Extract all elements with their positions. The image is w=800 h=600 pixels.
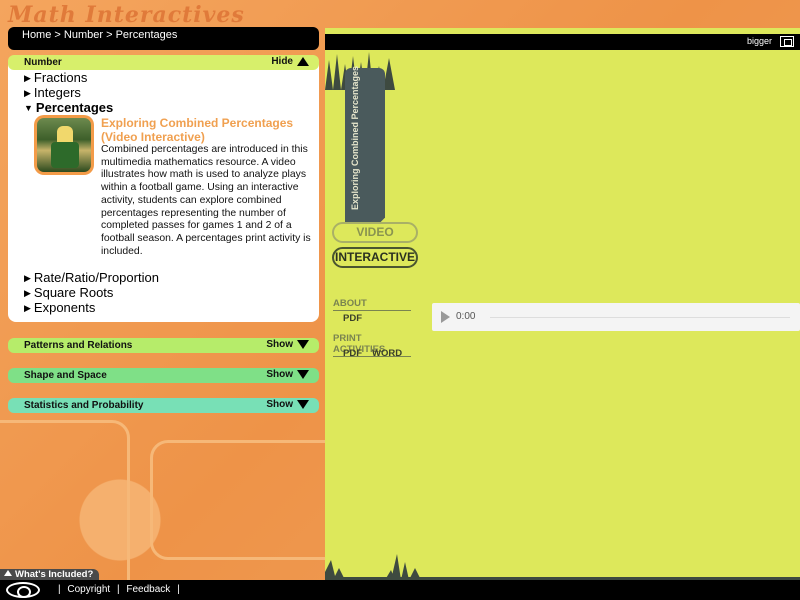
expand-arrow-icon: ▶ bbox=[24, 88, 31, 98]
footer-separator: | bbox=[177, 584, 180, 595]
footer-links: | Copyright | Feedback | bbox=[58, 584, 184, 595]
video-button[interactable]: VIDEO bbox=[332, 222, 418, 243]
section-title: Statistics and Probability bbox=[24, 400, 144, 411]
audio-player: 0:00 bbox=[432, 303, 800, 331]
content-toolbar: bigger bbox=[325, 34, 800, 50]
topic-label: Exponents bbox=[33, 300, 96, 315]
triangle-down-icon bbox=[297, 369, 309, 379]
section-title: Shape and Space bbox=[24, 370, 107, 381]
hide-toggle[interactable]: Hide bbox=[271, 56, 309, 67]
footer-separator: | bbox=[58, 584, 61, 595]
expand-arrow-icon: ▶ bbox=[24, 288, 31, 298]
triangle-down-icon bbox=[297, 399, 309, 409]
footer-separator: | bbox=[116, 584, 120, 595]
print-pdf-link[interactable]: PDF bbox=[343, 348, 362, 359]
topic-exponents[interactable]: ▶ Exponents bbox=[24, 300, 95, 315]
breadcrumb: Home > Number > Percentages bbox=[8, 27, 319, 50]
expand-arrow-icon: ▶ bbox=[24, 273, 31, 283]
about-pdf-link[interactable]: PDF bbox=[343, 313, 362, 324]
brand-logo-icon[interactable] bbox=[6, 582, 40, 598]
section-title: Number bbox=[24, 57, 62, 68]
decorative-line bbox=[150, 440, 350, 560]
audio-seek-bar[interactable] bbox=[490, 317, 790, 318]
topic-square-roots[interactable]: ▶ Square Roots bbox=[24, 285, 113, 300]
interactive-button[interactable]: INTERACTIVE bbox=[332, 247, 418, 268]
topic-rate-ratio-proportion[interactable]: ▶ Rate/Ratio/Proportion bbox=[24, 270, 159, 285]
section-patterns-header[interactable]: Patterns and Relations Show bbox=[8, 338, 319, 353]
triangle-up-icon bbox=[4, 570, 12, 576]
topic-integers[interactable]: ▶ Integers bbox=[24, 85, 81, 100]
number-panel: ▶ Fractions ▶ Integers ▼ Percentages Explor… bbox=[8, 55, 319, 322]
breadcrumb-home[interactable]: Home bbox=[22, 29, 51, 41]
expand-icon[interactable] bbox=[780, 36, 794, 47]
audio-time: 0:00 bbox=[456, 311, 476, 322]
topic-label: Fractions bbox=[33, 70, 88, 85]
feedback-link[interactable]: Feedback bbox=[126, 584, 170, 595]
topic-percentages[interactable]: ▼ Percentages bbox=[24, 100, 113, 115]
play-icon[interactable] bbox=[441, 311, 450, 323]
triangle-down-icon bbox=[297, 339, 309, 349]
show-toggle[interactable]: Show bbox=[266, 339, 309, 350]
topic-label: Integers bbox=[33, 85, 81, 100]
about-label: ABOUT bbox=[333, 298, 411, 311]
resource-thumbnail[interactable] bbox=[34, 115, 94, 175]
section-statistics-header[interactable]: Statistics and Probability Show bbox=[8, 398, 319, 413]
banner-title: Exploring Combined Percentages bbox=[350, 65, 360, 211]
collapse-arrow-icon: ▼ bbox=[24, 103, 33, 113]
breadcrumb-current: Percentages bbox=[115, 29, 178, 41]
topic-label: Square Roots bbox=[33, 285, 114, 300]
section-title: Patterns and Relations bbox=[24, 340, 133, 351]
grass-bottom-decoration-icon bbox=[325, 554, 800, 580]
app-title: Math Interactives bbox=[8, 2, 245, 28]
breadcrumb-separator: > bbox=[54, 29, 61, 41]
show-toggle[interactable]: Show bbox=[266, 399, 309, 410]
resource-description: Combined percentages are introduced in t… bbox=[101, 144, 311, 257]
triangle-up-icon bbox=[297, 56, 309, 66]
copyright-link[interactable]: Copyright bbox=[67, 584, 110, 595]
expand-arrow-icon: ▶ bbox=[24, 303, 31, 313]
topic-label: Rate/Ratio/Proportion bbox=[33, 270, 159, 285]
section-number-header[interactable]: Number Hide bbox=[8, 55, 319, 70]
expand-arrow-icon: ▶ bbox=[24, 73, 31, 83]
resource-title-link[interactable]: Exploring Combined Percentages (Video In… bbox=[101, 116, 311, 144]
section-shape-header[interactable]: Shape and Space Show bbox=[8, 368, 319, 383]
footer: | Copyright | Feedback | bbox=[0, 580, 800, 600]
topic-fractions[interactable]: ▶ Fractions bbox=[24, 70, 87, 85]
topic-label: Percentages bbox=[35, 100, 114, 115]
breadcrumb-number[interactable]: Number bbox=[64, 29, 103, 41]
bigger-link[interactable]: bigger bbox=[747, 36, 772, 46]
football-player-image bbox=[37, 118, 91, 172]
show-toggle[interactable]: Show bbox=[266, 369, 309, 380]
breadcrumb-separator: > bbox=[106, 29, 113, 41]
print-word-link[interactable]: WORD bbox=[372, 348, 402, 359]
interactive-content-area: bigger Exploring Combined Percentages VI… bbox=[325, 28, 800, 580]
